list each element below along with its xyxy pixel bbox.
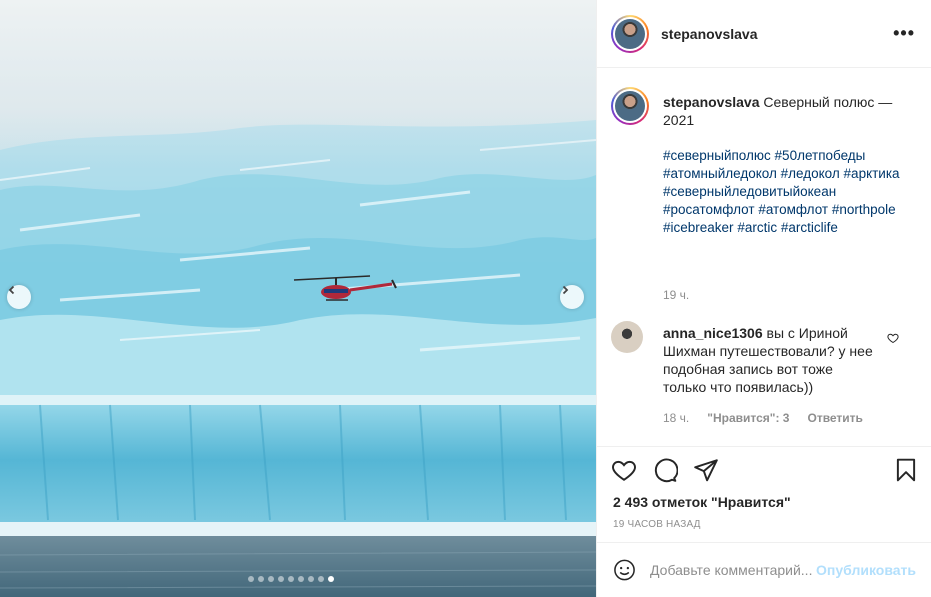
comment-text: anna_nice1306 вы с Ириной Шихман путешес… [663,324,873,396]
caption-username[interactable]: stepanovslava [663,94,760,110]
chevron-right-icon [562,285,569,295]
comment-time: 18 ч. [663,411,690,425]
hashtag-link[interactable]: #ледокол [781,166,840,181]
hashtag-link[interactable]: #icebreaker [663,220,734,235]
carousel-dot [328,576,334,582]
comments-section: stepanovslava Северный полюс — 2021 #сев… [597,69,931,447]
paper-plane-icon[interactable] [693,457,719,483]
hashtag-link[interactable]: #50летпобеды [775,148,866,163]
post-actions [597,457,931,489]
author-username[interactable]: stepanovslava [661,26,758,42]
author-avatar[interactable] [611,14,649,53]
likes-count[interactable]: 2 493 отметок "Нравится" [613,494,791,510]
hashtag-link[interactable]: #северныйполюс [663,148,771,163]
comment-input[interactable] [650,562,817,578]
caption-hashtags: #северныйполюс #50летпобеды #атомныйледо… [663,147,903,237]
comment-reply-button[interactable]: Ответить [807,411,862,425]
hashtag-link[interactable]: #росатомфлот [663,202,755,217]
heart-icon[interactable] [611,457,637,483]
carousel-dot [298,576,304,582]
hashtag-link[interactable]: #атомныйледокол [663,166,777,181]
comment-icon[interactable] [652,457,678,483]
post-photo[interactable] [0,0,596,597]
carousel-indicator [248,576,334,582]
caption-time: 19 ч. [663,288,690,302]
smiley-icon[interactable] [613,557,636,583]
hashtag-link[interactable]: #arctic [737,220,777,235]
bookmark-icon[interactable] [893,457,919,483]
carousel-next-button[interactable] [560,285,584,309]
comment-like-heart-icon[interactable] [887,332,899,344]
hashtag-link[interactable]: #northpole [832,202,896,217]
hashtag-link[interactable]: #arcticlife [781,220,838,235]
commenter-avatar[interactable] [611,321,643,353]
caption-text: stepanovslava Северный полюс — 2021 [663,93,913,129]
carousel-dot [318,576,324,582]
hashtag-link[interactable]: #атомфлот [758,202,828,217]
carousel-dot [258,576,264,582]
chevron-left-icon [8,285,15,295]
post-side-panel: stepanovslava ••• stepanovslava Северный… [596,0,931,597]
hashtag-link[interactable]: #северныйледовитыйокеан [663,184,836,199]
publish-button[interactable]: Опубликовать [816,562,916,578]
carousel-dot [278,576,284,582]
carousel-dot [248,576,254,582]
comment-username[interactable]: anna_nice1306 [663,325,763,341]
post-timestamp: 19 ЧАСОВ НАЗАД [613,519,701,530]
arctic-glacier-image [0,0,596,597]
carousel-prev-button[interactable] [7,285,31,309]
carousel-dot [308,576,314,582]
carousel-dot [288,576,294,582]
post-header: stepanovslava ••• [597,0,931,68]
more-options-icon[interactable]: ••• [893,23,915,44]
carousel-dot [268,576,274,582]
caption-avatar[interactable] [611,87,649,125]
add-comment-bar: Опубликовать [597,542,931,597]
comment-meta: 18 ч. "Нравится": 3 Ответить [663,411,863,425]
hashtag-link[interactable]: #арктика [844,166,900,181]
comment-likes[interactable]: "Нравится": 3 [707,411,789,425]
